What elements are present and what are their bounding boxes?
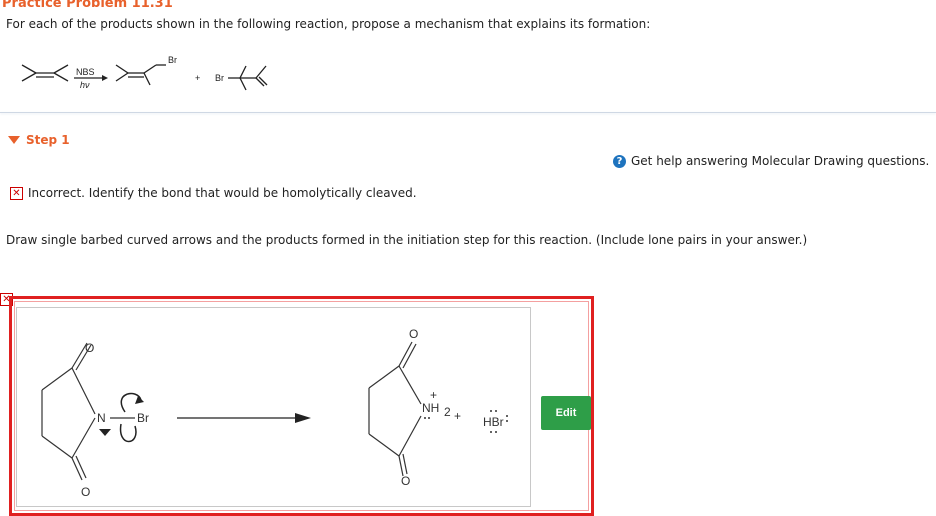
arrowhead-icon	[99, 429, 111, 436]
problem-prompt: For each of the products shown in the fo…	[6, 17, 651, 31]
reaction-scheme: NBS hν Br + Br	[21, 55, 268, 91]
instructions-text: Draw single barbed curved arrows and the…	[6, 233, 808, 247]
reaction-plus: +	[195, 73, 200, 83]
feedback-text: Incorrect. Identify the bond that would …	[28, 186, 417, 200]
reagent-nbs: NBS	[76, 67, 95, 77]
product-nh: NH	[422, 401, 439, 415]
feedback-message: ✕ Incorrect. Identify the bond that woul…	[10, 186, 417, 200]
mechanism-arrowhead	[295, 413, 311, 423]
problem-title: Practice Problem 11.31	[2, 0, 173, 11]
product2-br-label: Br	[215, 73, 224, 83]
product-allylic-bromide-2	[228, 65, 268, 91]
section-divider	[0, 112, 936, 113]
product-structure	[368, 341, 422, 477]
product-o-top: O	[409, 327, 418, 341]
drawing-canvas[interactable]: O O N Br O O NH 2 + + HBr	[16, 307, 531, 507]
atom-n: N	[97, 411, 106, 425]
edit-button[interactable]: Edit	[541, 396, 591, 430]
step-1-toggle[interactable]: Step 1	[8, 131, 70, 149]
incorrect-icon: ✕	[10, 186, 23, 200]
reaction-arrowhead	[102, 75, 108, 81]
product-plus: +	[454, 409, 461, 423]
help-link[interactable]: ? Get help answering Molecular Drawing q…	[613, 154, 929, 168]
atom-o-top: O	[85, 341, 94, 355]
mechanism-drawing: O O N Br O O NH 2 + + HBr	[41, 327, 508, 499]
help-text[interactable]: Get help answering Molecular Drawing que…	[631, 154, 929, 168]
help-icon[interactable]: ?	[613, 154, 626, 168]
product-hbr: HBr	[483, 415, 504, 429]
starting-alkene	[21, 64, 69, 82]
collapse-triangle-icon[interactable]	[8, 136, 20, 144]
product-charge: +	[430, 388, 437, 402]
atom-o-bottom: O	[81, 485, 90, 499]
reagent-hv: hν	[80, 80, 90, 90]
product-o-bottom: O	[401, 474, 410, 488]
step-label: Step 1	[26, 133, 70, 147]
nbs-structure	[41, 342, 135, 481]
product-allylic-bromide-1	[115, 64, 166, 86]
product-nh-subscript: 2	[444, 405, 451, 419]
product1-br-label: Br	[168, 55, 177, 65]
atom-br: Br	[137, 411, 149, 425]
